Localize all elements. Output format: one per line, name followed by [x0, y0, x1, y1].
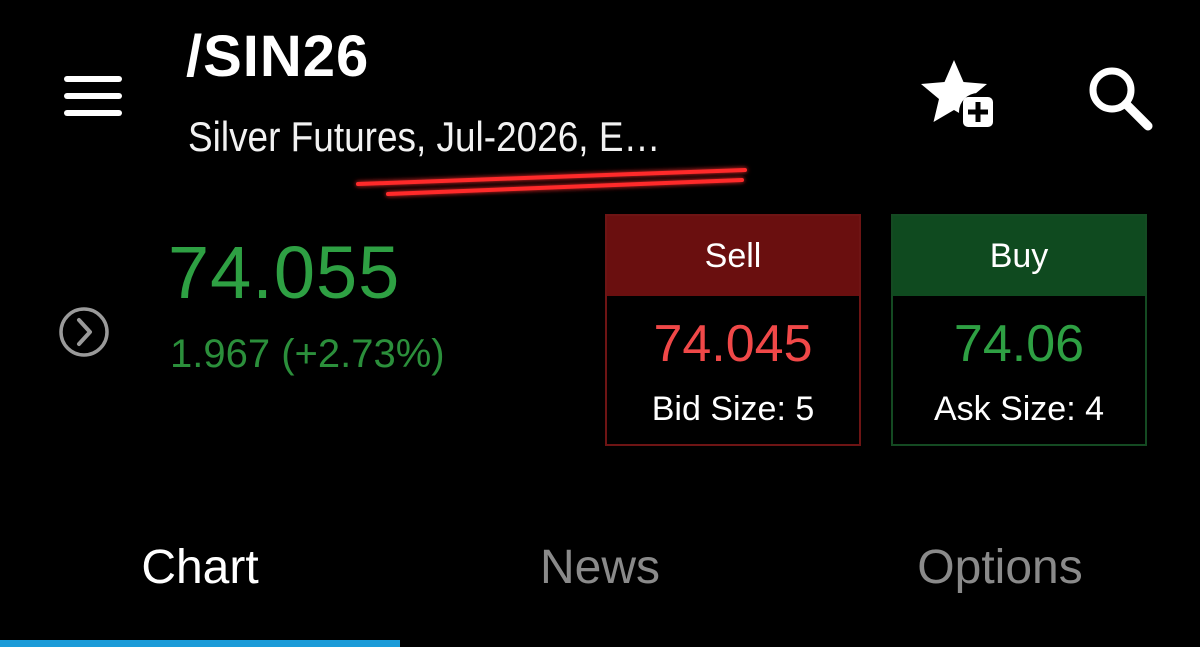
last-price: 74.055: [168, 231, 401, 314]
tab-chart[interactable]: Chart: [0, 538, 400, 598]
symbol-title: /SIN26: [186, 24, 370, 89]
search-icon[interactable]: [1084, 62, 1156, 134]
star-plus-icon[interactable]: [918, 56, 1002, 132]
buy-label: Buy: [893, 216, 1145, 296]
active-tab-indicator: [0, 640, 400, 647]
bid-size: Bid Size: 5: [651, 390, 815, 428]
bid-price: 74.045: [653, 315, 813, 373]
symbol-description: Silver Futures, Jul-2026, E…: [188, 113, 661, 160]
hamburger-menu-icon[interactable]: [60, 74, 126, 118]
sell-label: Sell: [607, 216, 859, 296]
buy-button[interactable]: Buy 74.06 Ask Size: 4: [891, 214, 1147, 446]
red-underline-annotation: [356, 168, 747, 196]
ask-price: 74.06: [953, 315, 1085, 373]
sell-button[interactable]: Sell 74.045 Bid Size: 5: [605, 214, 861, 446]
tab-options[interactable]: Options: [800, 538, 1200, 598]
ask-size: Ask Size: 4: [933, 390, 1105, 428]
tab-news[interactable]: News: [400, 538, 800, 598]
chevron-right-circle-icon[interactable]: [56, 304, 112, 360]
net-change: 1.967 (+2.73%): [170, 332, 445, 376]
